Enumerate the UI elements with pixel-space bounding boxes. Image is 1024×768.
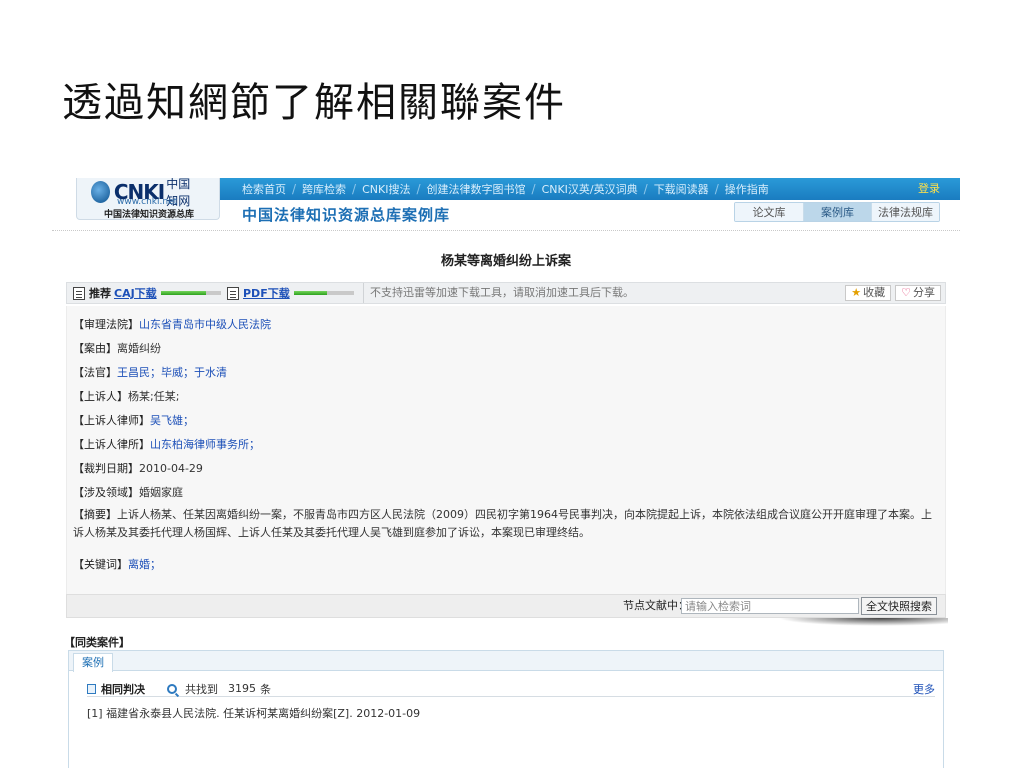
nav-separator: / bbox=[352, 182, 357, 196]
heart-icon: ♡ bbox=[901, 286, 911, 299]
library-tabs: 论文库 案例库 法律法规库 bbox=[734, 202, 940, 222]
same-judgment-row: 相同判决 共找到 3195 条 更多 bbox=[87, 681, 935, 697]
document-icon bbox=[73, 286, 85, 300]
abstract-value: 上诉人杨某、任某因离婚纠纷一案，不服青岛市四方区人民法院（2009）四民初字第1… bbox=[73, 508, 932, 539]
judgment-date-row: 【裁判日期】2010-04-29 bbox=[73, 462, 203, 475]
cnki-case-page-screenshot: 检索首页 / 跨库检索 / CNKI搜法 / 创建法律数字图书馆 / CNKI汉英/英汉词典 / 下… bbox=[52, 178, 960, 768]
court-row: 【审理法院】山东省青岛市中级人民法院 bbox=[73, 318, 271, 331]
snapshot-search-bar: 节点文献中： 全文快照搜索 bbox=[66, 594, 946, 618]
cause-value: 离婚纠纷 bbox=[117, 342, 161, 355]
similar-cases-panel: 案例 相同判决 共找到 3195 条 更多 [1] 福建省永泰县人民法院. 任某… bbox=[68, 650, 944, 768]
pdf-download-link[interactable]: PDF下载 bbox=[243, 285, 290, 301]
cause-row: 【案由】离婚纠纷 bbox=[73, 342, 161, 355]
pdf-popularity-fill bbox=[293, 291, 327, 295]
field-row: 【涉及领域】婚姻家庭 bbox=[73, 486, 183, 499]
document-icon bbox=[227, 286, 239, 300]
star-icon: ★ bbox=[851, 286, 862, 299]
nav-separator: / bbox=[531, 182, 536, 196]
tab-cases[interactable]: 案例库 bbox=[803, 203, 871, 221]
login-link[interactable]: 登录 bbox=[918, 178, 940, 200]
found-unit: 条 bbox=[260, 682, 271, 696]
keywords-row: 【关键词】离婚； bbox=[73, 558, 161, 571]
pdf-popularity-bar bbox=[293, 291, 354, 295]
found-text: 共找到 bbox=[185, 682, 218, 696]
search-label: 节点文献中： bbox=[623, 599, 689, 612]
nav-item[interactable]: 检索首页 bbox=[242, 181, 286, 197]
top-nav: 检索首页 / 跨库检索 / CNKI搜法 / 创建法律数字图书馆 / CNKI汉英/英汉词典 / 下… bbox=[242, 178, 769, 200]
more-link[interactable]: 更多 bbox=[913, 681, 935, 697]
tab-laws[interactable]: 法律法规库 bbox=[871, 203, 939, 221]
nav-item[interactable]: CNKI汉英/英汉词典 bbox=[542, 181, 638, 197]
logo-url: www.cnki.net bbox=[117, 197, 178, 207]
cnki-logo[interactable]: CNKI 中国知网 www.cnki.net 中国法律知识资源总库 bbox=[76, 178, 220, 220]
share-button[interactable]: ♡ 分享 bbox=[895, 285, 941, 301]
caj-popularity-fill bbox=[160, 291, 206, 295]
favorite-label: 收藏 bbox=[863, 286, 886, 299]
slide-title: 透過知網節了解相關聯案件 bbox=[62, 80, 566, 126]
field-value: 婚姻家庭 bbox=[139, 486, 183, 499]
court-link[interactable]: 山东省青岛市中级人民法院 bbox=[139, 318, 271, 331]
keyword-link[interactable]: 离婚； bbox=[128, 558, 161, 571]
caj-download-link[interactable]: CAJ下载 bbox=[114, 285, 157, 301]
fulltext-search-button[interactable]: 全文快照搜索 bbox=[861, 597, 937, 615]
document-icon bbox=[87, 683, 96, 694]
nav-separator: / bbox=[714, 182, 719, 196]
tab-papers[interactable]: 论文库 bbox=[735, 203, 803, 221]
case-title: 杨某等离婚纠纷上诉案 bbox=[440, 254, 571, 269]
appellant-value: 杨某;任某; bbox=[128, 390, 180, 403]
nav-separator: / bbox=[292, 182, 297, 196]
found-count: 3195 bbox=[228, 682, 256, 695]
appellant-row: 【上诉人】杨某;任某; bbox=[73, 390, 180, 403]
tab-case[interactable]: 案例 bbox=[73, 653, 113, 672]
judges-row: 【法官】王昌民；毕威；于水清 bbox=[73, 366, 227, 379]
header-divider bbox=[52, 230, 960, 231]
law-firm-link[interactable]: 山东柏海律师事务所； bbox=[150, 438, 260, 451]
similar-cases-title: 【同类案件】 bbox=[64, 636, 130, 649]
nav-item[interactable]: 操作指南 bbox=[725, 181, 769, 197]
share-label: 分享 bbox=[913, 286, 935, 299]
case-details: 【审理法院】山东省青岛市中级人民法院 【案由】离婚纠纷 【法官】王昌民；毕威；于… bbox=[66, 306, 946, 594]
result-link[interactable]: 福建省永泰县人民法院. 任某诉柯某离婚纠纷案[Z]. 2012-01-09 bbox=[106, 707, 420, 720]
search-icon bbox=[167, 683, 177, 694]
nav-item[interactable]: 跨库检索 bbox=[302, 181, 346, 197]
lawyer-link[interactable]: 吴飞雄； bbox=[150, 414, 194, 427]
similar-tab-bar: 案例 bbox=[69, 651, 943, 672]
download-toolbar: 推荐 CAJ下载 PDF下载 不支持迅雷等加速下载工具，请取消加速工具后下载。 … bbox=[66, 282, 946, 304]
caj-popularity-bar bbox=[160, 291, 221, 295]
appellant-lawyer-row: 【上诉人律师】吴飞雄； bbox=[73, 414, 194, 427]
abstract-row: 【摘要】上诉人杨某、任某因离婚纠纷一案，不服青岛市四方区人民法院（2009）四民… bbox=[73, 508, 932, 539]
nav-item[interactable]: CNKI搜法 bbox=[362, 181, 410, 197]
nav-item[interactable]: 创建法律数字图书馆 bbox=[427, 181, 526, 197]
judges-links[interactable]: 王昌民；毕威；于水清 bbox=[117, 366, 227, 379]
nav-item[interactable]: 下载阅读器 bbox=[654, 181, 709, 197]
list-item: [1] 福建省永泰县人民法院. 任某诉柯某离婚纠纷案[Z]. 2012-01-0… bbox=[87, 705, 420, 721]
result-index: [1] bbox=[87, 707, 103, 720]
judgment-date-value: 2010-04-29 bbox=[139, 462, 203, 475]
appellant-firm-row: 【上诉人律所】山东柏海律师事务所； bbox=[73, 438, 260, 451]
search-input[interactable] bbox=[681, 598, 859, 614]
library-title: 中国法律知识资源总库案例库 bbox=[242, 206, 451, 224]
site-header: 检索首页 / 跨库检索 / CNKI搜法 / 创建法律数字图书馆 / CNKI汉英/英汉词典 / 下… bbox=[52, 178, 960, 238]
download-notice: 不支持迅雷等加速下载工具，请取消加速工具后下载。 bbox=[363, 283, 634, 303]
logo-subtitle: 中国法律知识资源总库 bbox=[103, 210, 194, 220]
nav-separator: / bbox=[416, 182, 421, 196]
page-curl-shadow bbox=[778, 618, 948, 626]
cnki-logo-icon bbox=[91, 181, 110, 203]
favorite-button[interactable]: ★ 收藏 bbox=[845, 285, 892, 301]
same-judgment-label: 相同判决 bbox=[101, 682, 145, 696]
nav-separator: / bbox=[643, 182, 648, 196]
recommend-label: 推荐 bbox=[89, 287, 111, 300]
